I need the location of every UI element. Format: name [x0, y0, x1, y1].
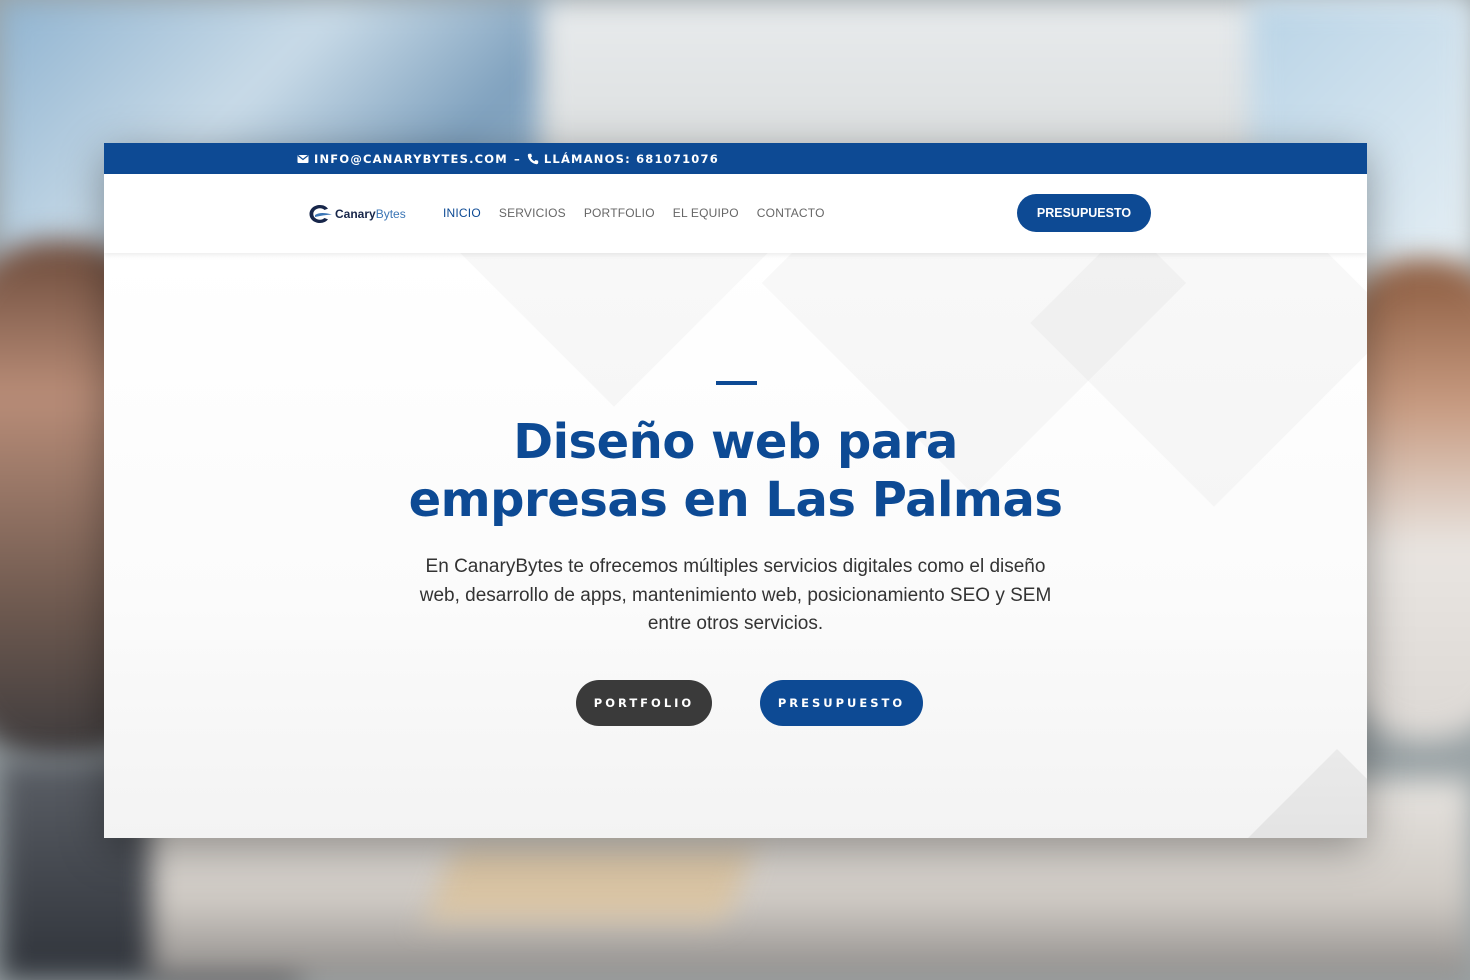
logo-mark-icon [309, 205, 332, 223]
nav-item-servicios[interactable]: SERVICIOS [499, 206, 566, 220]
envelope-icon [297, 154, 309, 163]
topbar-separator: – [513, 151, 521, 166]
nav-item-inicio[interactable]: INICIO [443, 206, 481, 220]
nav-item-el-equipo[interactable]: EL EQUIPO [673, 206, 739, 220]
presupuesto-button[interactable]: PRESUPUESTO [760, 680, 923, 726]
hero-description: En CanaryBytes te ofrecemos múltiples se… [419, 556, 1052, 634]
hero-title-line-2: empresas en Las Palmas [408, 472, 1063, 528]
main-navbar: CanaryBytes INICIO SERVICIOS PORTFOLIO E… [104, 174, 1367, 253]
nav-item-portfolio[interactable]: PORTFOLIO [584, 206, 655, 220]
nav-item-contacto[interactable]: CONTACTO [757, 206, 825, 220]
canarybytes-logo[interactable]: CanaryBytes [307, 203, 406, 225]
phone-icon [527, 153, 539, 164]
portfolio-button[interactable]: PORTFOLIO [576, 680, 712, 726]
title-accent-line [716, 381, 757, 385]
main-menu: INICIO SERVICIOS PORTFOLIO EL EQUIPO CON… [443, 206, 843, 220]
logo-text-bytes: Bytes [375, 207, 406, 221]
logo-text: CanaryBytes [335, 207, 406, 221]
hero-title: Diseño web para empresas en Las Palmas [104, 413, 1367, 529]
website-screenshot: INFO@CANARYBYTES.COM – LLÁMANOS: 6810710… [104, 143, 1367, 838]
hero-section: Diseño web para empresas en Las Palmas E… [104, 253, 1367, 838]
logo-text-canary: Canary [335, 207, 376, 221]
presupuesto-header-button[interactable]: PRESUPUESTO [1017, 194, 1151, 232]
contact-email[interactable]: INFO@CANARYBYTES.COM [314, 152, 508, 166]
background-paper [427, 850, 753, 920]
hero-corner-decor [1238, 749, 1367, 838]
contact-topbar: INFO@CANARYBYTES.COM – LLÁMANOS: 6810710… [104, 143, 1367, 174]
contact-phone[interactable]: LLÁMANOS: 681071076 [544, 152, 719, 166]
hero-title-line-1: Diseño web para [513, 414, 958, 470]
